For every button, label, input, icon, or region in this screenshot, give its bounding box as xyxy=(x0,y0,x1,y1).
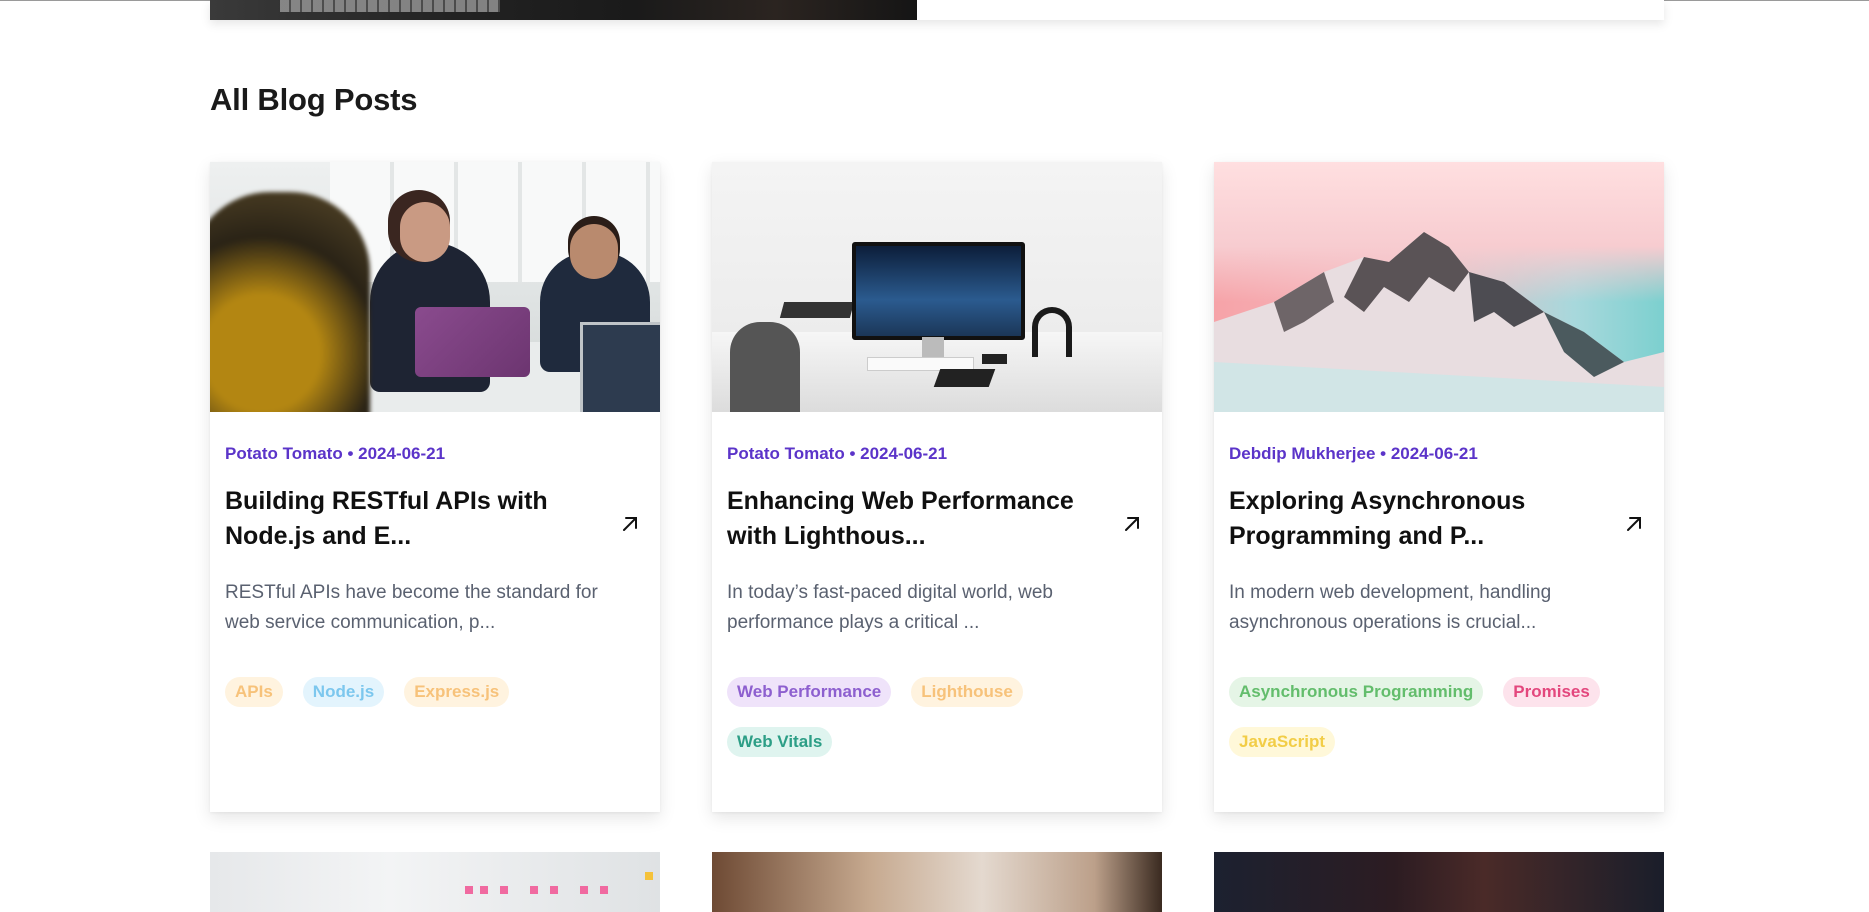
tag-chip[interactable]: Web Vitals xyxy=(727,727,833,757)
arrow-up-right-icon[interactable] xyxy=(618,512,642,536)
blog-post-card[interactable]: Potato Tomato • 2024-06-21 Enhancing Web… xyxy=(712,162,1162,812)
tag-chip[interactable]: Web Performance xyxy=(727,677,892,707)
blog-post-card[interactable]: Debdip Mukherjee • 2024-06-21 Exploring … xyxy=(1214,162,1664,812)
post-title[interactable]: Enhancing Web Performance with Lighthous… xyxy=(727,484,1087,554)
featured-post-image xyxy=(210,0,917,20)
post-title[interactable]: Exploring Asynchronous Programming and P… xyxy=(1229,484,1589,554)
arrow-up-right-icon[interactable] xyxy=(1120,512,1144,536)
tag-chip[interactable]: Promises xyxy=(1503,677,1600,707)
blog-post-card-partial[interactable] xyxy=(1214,852,1664,912)
arrow-up-right-icon[interactable] xyxy=(1622,512,1646,536)
post-meta: Potato Tomato • 2024-06-21 xyxy=(727,444,948,463)
featured-post-card[interactable] xyxy=(210,0,1664,20)
post-thumbnail xyxy=(210,162,660,412)
section-title: All Blog Posts xyxy=(210,82,418,117)
post-thumbnail xyxy=(1214,162,1664,412)
post-title[interactable]: Building RESTful APIs with Node.js and E… xyxy=(225,484,585,554)
blog-post-card[interactable]: Potato Tomato • 2024-06-21 Building REST… xyxy=(210,162,660,812)
post-tags: Web Performance Lighthouse Web Vitals xyxy=(727,677,1147,757)
post-thumbnail xyxy=(712,162,1162,412)
tag-chip[interactable]: Lighthouse xyxy=(911,677,1023,707)
post-excerpt: In today’s fast-paced digital world, web… xyxy=(727,582,1053,633)
post-excerpt: In modern web development, handling asyn… xyxy=(1229,582,1552,633)
blog-post-card-partial[interactable] xyxy=(210,852,660,912)
tag-chip[interactable]: APIs xyxy=(225,677,283,707)
blog-post-card-partial[interactable] xyxy=(712,852,1162,912)
post-tags: APIs Node.js Express.js xyxy=(225,677,645,707)
post-tags: Asynchronous Programming Promises JavaSc… xyxy=(1229,677,1649,757)
tag-chip[interactable]: Asynchronous Programming xyxy=(1229,677,1484,707)
post-meta: Potato Tomato • 2024-06-21 xyxy=(225,444,446,463)
post-excerpt: RESTful APIs have become the standard fo… xyxy=(225,582,598,633)
tag-chip[interactable]: Node.js xyxy=(302,677,385,707)
tag-chip[interactable]: Express.js xyxy=(404,677,510,707)
post-meta: Debdip Mukherjee • 2024-06-21 xyxy=(1229,444,1478,463)
tag-chip[interactable]: JavaScript xyxy=(1229,727,1335,757)
